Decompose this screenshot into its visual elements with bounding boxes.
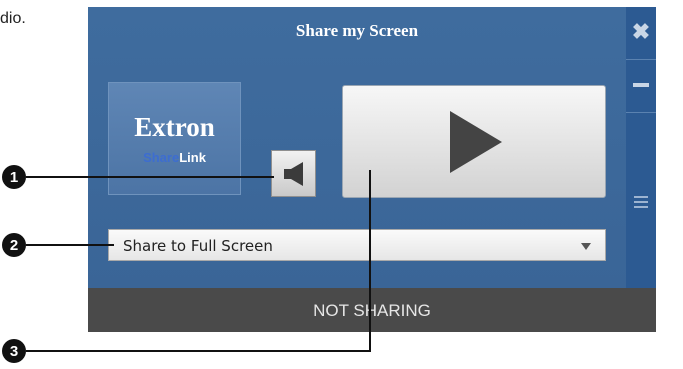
- start-sharing-button[interactable]: [342, 85, 606, 198]
- menu-icon-line: [634, 206, 648, 208]
- control-divider: [626, 112, 656, 113]
- close-button[interactable]: ✖: [626, 17, 656, 47]
- menu-button[interactable]: [626, 187, 656, 217]
- control-divider: [626, 59, 656, 60]
- status-bar: NOT SHARING: [88, 288, 656, 332]
- callout-number: 3: [10, 343, 18, 360]
- audio-button[interactable]: [271, 150, 316, 197]
- chevron-down-icon: [581, 243, 591, 250]
- callout-badge: [2, 233, 26, 257]
- share-mode-dropdown[interactable]: Share to Full Screen: [108, 229, 606, 261]
- logo-product-part1: Share: [143, 150, 180, 165]
- sharing-status: NOT SHARING: [313, 301, 431, 320]
- speaker-icon: [283, 161, 303, 186]
- logo-product-part2: Link: [179, 150, 206, 165]
- close-icon: ✖: [631, 19, 651, 44]
- callout-number: 2: [10, 237, 18, 254]
- main-pane: Share my Screen Extron ShareLink Share t…: [88, 7, 626, 288]
- window-controls-strip: ✖: [626, 7, 656, 288]
- callout-badge: [2, 339, 26, 363]
- share-mode-value: Share to Full Screen: [123, 237, 273, 255]
- logo-product-text: ShareLink: [109, 150, 240, 165]
- extron-sharelink-logo: Extron ShareLink: [108, 82, 241, 195]
- callout-number: 1: [10, 169, 18, 186]
- logo-brand-text: Extron: [134, 112, 215, 142]
- menu-icon-line: [634, 201, 648, 203]
- window-title: Share my Screen: [295, 21, 419, 40]
- callout-badge: [2, 165, 26, 189]
- stage: dio. Share my Screen Extron ShareLink Sh…: [0, 0, 683, 369]
- menu-icon-line: [634, 196, 648, 198]
- document-text-fragment: dio.: [0, 10, 26, 27]
- minimize-button[interactable]: [626, 70, 656, 100]
- minimize-icon: [633, 83, 649, 87]
- sharelink-window: Share my Screen Extron ShareLink Share t…: [88, 7, 656, 332]
- play-icon: [450, 110, 502, 173]
